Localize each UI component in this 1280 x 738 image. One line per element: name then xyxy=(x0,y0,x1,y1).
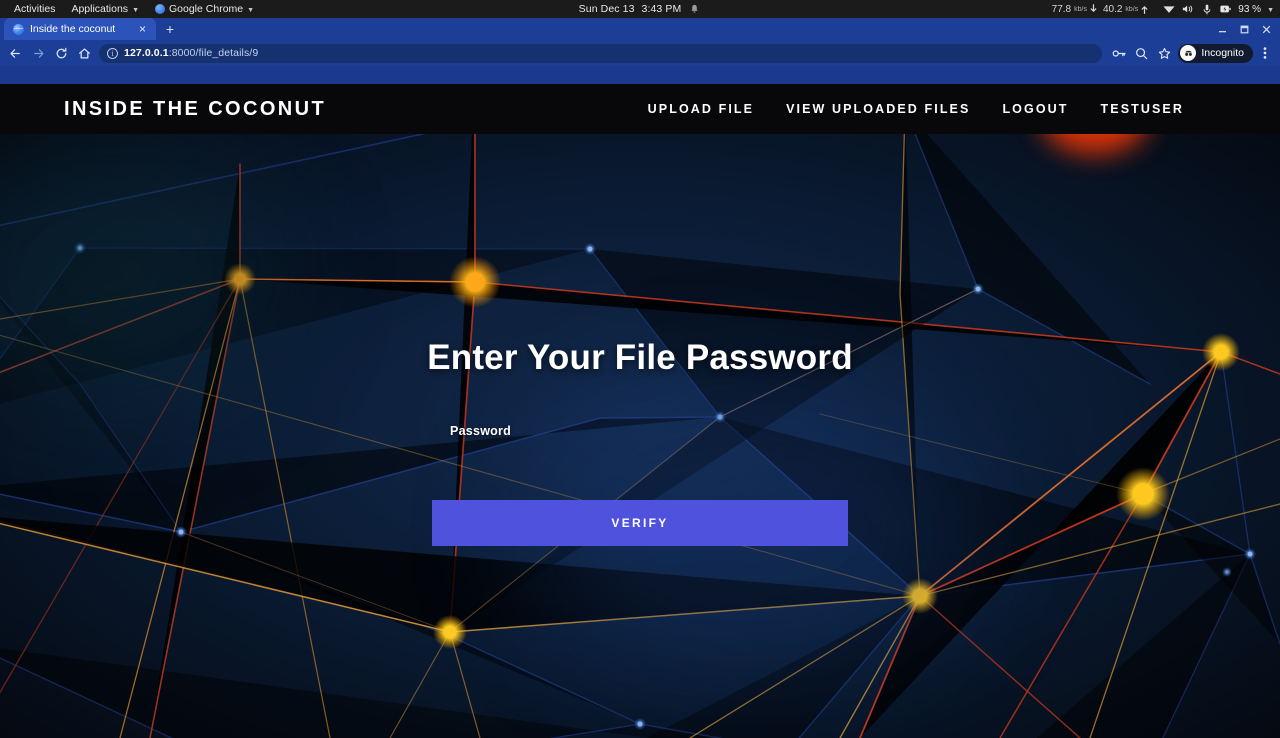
new-tab-button[interactable]: + xyxy=(158,18,182,40)
nav-testuser[interactable]: TESTUSER xyxy=(1085,102,1200,116)
nav-view-uploaded-files[interactable]: VIEW UPLOADED FILES xyxy=(770,102,986,116)
tab-title: Inside the coconut xyxy=(30,23,116,35)
net-up-unit: kb/s xyxy=(1125,5,1139,13)
net-down-value: 77.8 xyxy=(1051,3,1072,15)
app-menu-google-chrome[interactable]: Google Chrome ▼ xyxy=(147,0,262,18)
volume-icon[interactable] xyxy=(1181,3,1194,16)
url-host: 127.0.0.1 xyxy=(124,47,169,59)
site-brand[interactable]: INSIDE THE COCONUT xyxy=(64,98,326,121)
url-path: :8000/file_details/9 xyxy=(168,47,259,59)
maximize-icon[interactable] xyxy=(1233,18,1255,40)
incognito-profile-button[interactable]: Incognito xyxy=(1178,43,1253,63)
minimize-icon[interactable] xyxy=(1211,18,1233,40)
network-upload-indicator: 40.2 kb/s xyxy=(1103,4,1148,15)
navbar-links: UPLOAD FILE VIEW UPLOADED FILES LOGOUT T… xyxy=(632,102,1200,116)
page-viewport: INSIDE THE COCONUT UPLOAD FILE VIEW UPLO… xyxy=(0,84,1280,738)
browser-tab[interactable]: Inside the coconut × xyxy=(4,18,156,40)
home-button[interactable] xyxy=(73,42,96,64)
reload-button[interactable] xyxy=(50,42,73,64)
tab-close-icon[interactable]: × xyxy=(136,23,149,36)
zoom-magnifier-icon[interactable] xyxy=(1130,42,1153,64)
applications-label: Applications xyxy=(71,3,129,15)
password-input[interactable] xyxy=(432,446,848,480)
net-down-unit: kb/s xyxy=(1074,5,1087,13)
key-icon[interactable] xyxy=(1107,42,1130,64)
site-info-icon[interactable]: i xyxy=(107,47,118,59)
chrome-tab-strip: Inside the coconut × + xyxy=(0,18,1280,40)
tab-favicon-icon xyxy=(13,23,24,35)
chrome-globe-icon xyxy=(155,4,165,14)
three-dot-menu-icon[interactable] xyxy=(1253,42,1276,64)
net-up-value: 40.2 xyxy=(1102,3,1123,15)
download-arrow-icon xyxy=(1090,4,1097,13)
file-password-form: Password VERIFY xyxy=(432,422,848,546)
nav-logout[interactable]: LOGOUT xyxy=(986,102,1084,116)
gnome-status-group: 77.8 kb/s 40.2 kb/s 93 % ▼ xyxy=(1052,3,1280,16)
gnome-top-bar: Activities Applications ▼ Google Chrome … xyxy=(0,0,1280,18)
applications-menu[interactable]: Applications ▼ xyxy=(63,0,147,18)
site-navbar: INSIDE THE COCONUT UPLOAD FILE VIEW UPLO… xyxy=(0,84,1280,134)
incognito-glasses-icon xyxy=(1180,45,1197,61)
upload-arrow-icon xyxy=(1141,5,1148,14)
app-menu-label: Google Chrome xyxy=(169,3,244,15)
chevron-down-icon: ▼ xyxy=(132,6,139,14)
password-label: Password xyxy=(450,424,512,438)
nav-upload-file[interactable]: UPLOAD FILE xyxy=(632,102,770,116)
battery-icon[interactable] xyxy=(1219,3,1232,16)
forward-button[interactable] xyxy=(27,42,50,64)
back-button[interactable] xyxy=(4,42,27,64)
address-bar[interactable]: i 127.0.0.1:8000/file_details/9 xyxy=(99,43,1103,63)
verify-button[interactable]: VERIFY xyxy=(432,500,848,546)
page-content: Enter Your File Password Password VERIFY xyxy=(0,134,1280,738)
network-download-indicator: 77.8 kb/s xyxy=(1052,4,1097,15)
microphone-icon[interactable] xyxy=(1200,3,1213,16)
close-icon[interactable] xyxy=(1255,18,1277,40)
notification-bell-icon[interactable] xyxy=(688,3,701,16)
clock[interactable]: Sun Dec 13 3:43 PM xyxy=(579,3,682,15)
battery-percent: 93 % xyxy=(1238,3,1262,15)
chrome-toolbar: i 127.0.0.1:8000/file_details/9 Incognit… xyxy=(0,40,1280,66)
clock-time: 3:43 PM xyxy=(641,3,682,15)
star-bookmark-icon[interactable] xyxy=(1153,42,1176,64)
activities-button[interactable]: Activities xyxy=(6,0,63,18)
activities-label: Activities xyxy=(14,3,56,15)
incognito-label: Incognito xyxy=(1201,47,1244,59)
gnome-left-group: Activities Applications ▼ Google Chrome … xyxy=(0,0,262,18)
wifi-icon[interactable] xyxy=(1162,3,1175,16)
system-menu-chevron-icon[interactable]: ▼ xyxy=(1267,7,1274,14)
url-text: 127.0.0.1:8000/file_details/9 xyxy=(124,47,258,59)
window-controls xyxy=(1211,18,1280,40)
page-title: Enter Your File Password xyxy=(427,338,853,377)
clock-date: Sun Dec 13 xyxy=(578,3,635,15)
chrome-window: Inside the coconut × + i 127.0.0.1:8000/… xyxy=(0,18,1280,738)
chevron-down-icon: ▼ xyxy=(247,6,255,14)
